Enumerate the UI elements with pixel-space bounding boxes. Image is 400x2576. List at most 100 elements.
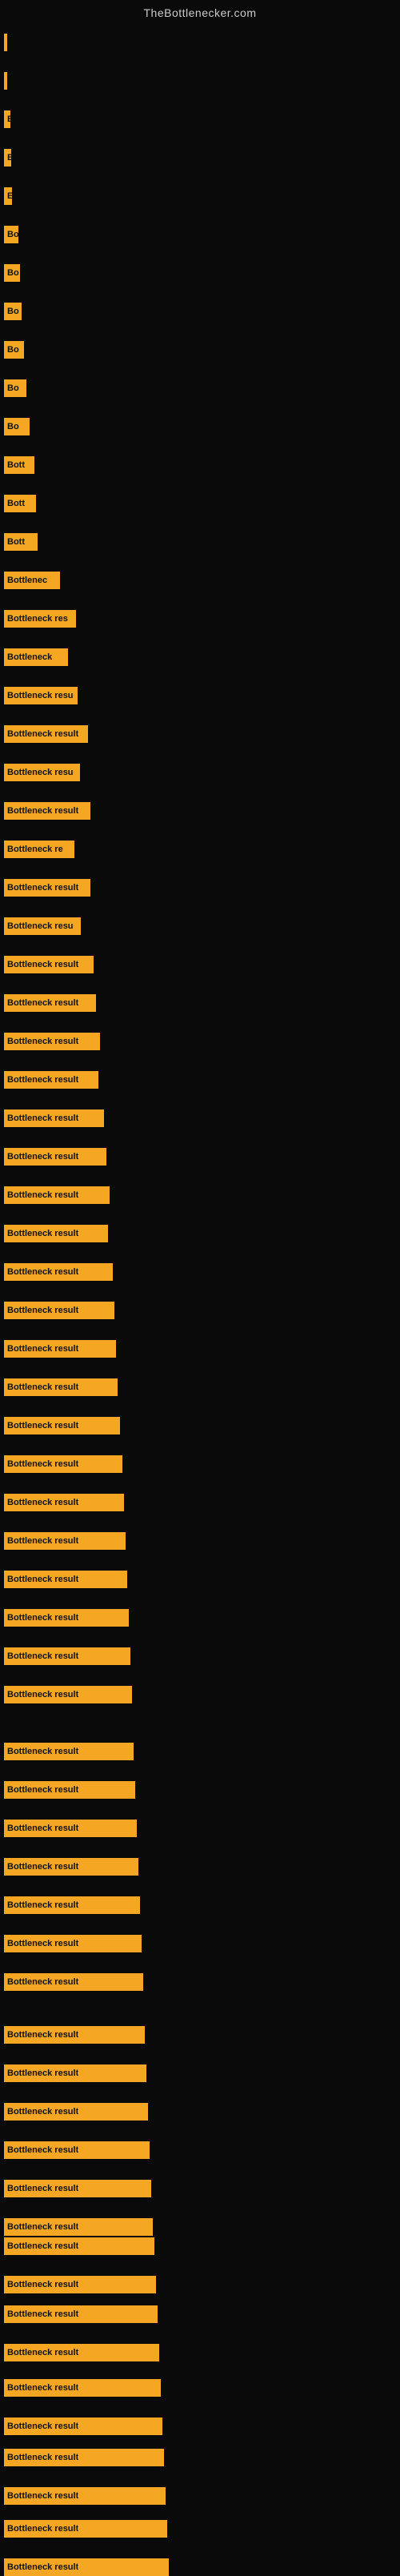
bar: Bottleneck result <box>4 1494 124 1511</box>
bar-row: Bottleneck result <box>4 1148 106 1166</box>
bar-label: Bottleneck result <box>7 1459 78 1469</box>
bar-row: Bottleneck result <box>4 2237 154 2255</box>
bar-label: Bottleneck res <box>7 614 68 624</box>
bar: Bott <box>4 533 38 551</box>
bar: Bottleneck result <box>4 2305 158 2323</box>
bar-row: Bottleneck re <box>4 841 74 858</box>
bar-row: Bottleneck resu <box>4 764 80 781</box>
bar: Bottleneck result <box>4 1935 142 1952</box>
bar-row: Bottleneck result <box>4 2276 156 2293</box>
bar-row: Bottleneck result <box>4 2520 167 2538</box>
bar-label: Bottleneck result <box>7 2107 78 2117</box>
bar: Bottleneck result <box>4 1686 132 1703</box>
bar: Bottleneck result <box>4 1225 108 1242</box>
bar-row: Bottleneck result <box>4 1455 122 1473</box>
bar: Bo <box>4 303 22 320</box>
bar: Bottleneck result <box>4 1532 126 1550</box>
bar-label: Bottleneck result <box>7 1229 78 1238</box>
bar-label: Bottleneck result <box>7 1113 78 1123</box>
bar: Bottleneck result <box>4 1071 98 1089</box>
bar-label: Bottleneck result <box>7 2453 78 2462</box>
bar: Bottleneck result <box>4 1417 120 1434</box>
bar: Bottleneck result <box>4 2064 146 2082</box>
bar-label: Bottleneck result <box>7 2184 78 2193</box>
bar-row: Bottleneck result <box>4 2141 150 2159</box>
bar: Bo <box>4 226 18 243</box>
bar: E <box>4 149 11 167</box>
bar-label: Bottleneck result <box>7 1190 78 1200</box>
bar-label: Bottleneck result <box>7 1152 78 1162</box>
bar-label: Bottlenec <box>7 576 47 585</box>
bar-label: Bottleneck result <box>7 2280 78 2289</box>
bar-row: Bo <box>4 303 22 320</box>
bar: Bottleneck result <box>4 1743 134 1760</box>
bar: Bottleneck result <box>4 994 96 1012</box>
bar: Bottleneck result <box>4 1781 135 1799</box>
bar-row: Bo <box>4 226 18 243</box>
bar-row: Bottleneck result <box>4 2305 158 2323</box>
bar: Bottleneck result <box>4 1263 113 1281</box>
bar-row: Bottleneck result <box>4 2487 166 2505</box>
bar-row: Bottleneck <box>4 648 68 666</box>
bar: Bottleneck result <box>4 2520 167 2538</box>
bar-row: Bottleneck result <box>4 1896 140 1914</box>
bar-label: E <box>7 191 12 201</box>
bar: Bottleneck result <box>4 2180 151 2197</box>
bar-row: Bottleneck result <box>4 1647 130 1665</box>
bar-row: Bottleneck result <box>4 994 96 1012</box>
chart-area: TheBottlenecker.com EEEBoBoBoBoBoBoBottB… <box>0 0 400 2562</box>
bar-row: Bottleneck result <box>4 2558 169 2576</box>
bar-row: Bottleneck result <box>4 1340 116 1358</box>
bar-row: Bottleneck result <box>4 1417 120 1434</box>
bar-label: Bottleneck result <box>7 1939 78 1948</box>
bar: Bottleneck result <box>4 1571 127 1588</box>
bar-row: Bottleneck result <box>4 1571 127 1588</box>
bar-row: Bottleneck result <box>4 802 90 820</box>
bar: Bott <box>4 456 34 474</box>
bar-label: Bottleneck result <box>7 998 78 1008</box>
bar-row: Bottleneck result <box>4 1494 124 1511</box>
bar: Bottleneck result <box>4 1340 116 1358</box>
bar-row: Bottleneck result <box>4 879 90 897</box>
bar-label: Bottleneck result <box>7 1900 78 1910</box>
bar: Bo <box>4 264 20 282</box>
bar-label: Bottleneck result <box>7 2068 78 2078</box>
bar-row: Bottleneck resu <box>4 917 81 935</box>
bar-row: Bottleneck result <box>4 2379 161 2397</box>
bar: Bottleneck result <box>4 1148 106 1166</box>
bar: Bo <box>4 341 24 359</box>
bar: Bottleneck resu <box>4 687 78 704</box>
bar-label: Bo <box>7 230 18 239</box>
bar-label: Bottleneck result <box>7 1824 78 1833</box>
bar-row: Bo <box>4 379 26 397</box>
bar-row <box>4 34 7 51</box>
bar-label: Bottleneck <box>7 652 52 662</box>
bar-label: Bottleneck result <box>7 1536 78 1546</box>
bar: Bottleneck result <box>4 1109 104 1127</box>
bar: Bottleneck result <box>4 802 90 820</box>
bar: Bottleneck result <box>4 1609 129 1627</box>
bar-row: Bottleneck result <box>4 2344 159 2361</box>
bar-row: Bott <box>4 495 36 512</box>
bar: Bottleneck result <box>4 2103 148 2121</box>
bar-label: Bottleneck result <box>7 1382 78 1392</box>
bar-row: Bottleneck result <box>4 1743 134 1760</box>
bar-label: Bottleneck result <box>7 1267 78 1277</box>
bar: Bottleneck resu <box>4 917 81 935</box>
bar: Bottleneck result <box>4 2276 156 2293</box>
bar-row: Bottleneck result <box>4 1781 135 1799</box>
bar: Bottleneck result <box>4 1973 143 1991</box>
bar-label: Bottleneck result <box>7 1037 78 1046</box>
bar-row: Bottleneck result <box>4 2103 148 2121</box>
bar-label: Bottleneck result <box>7 960 78 969</box>
bar-row: Bottleneck result <box>4 1186 110 1204</box>
bar: Bottleneck result <box>4 1378 118 1396</box>
bar-row: Bottleneck result <box>4 2064 146 2082</box>
bar: Bo <box>4 418 30 435</box>
bar-label: Bottleneck result <box>7 2491 78 2501</box>
bar-row: Bottleneck result <box>4 2026 145 2044</box>
bar-row: Bottleneck result <box>4 1973 143 1991</box>
bar: Bottleneck result <box>4 1647 130 1665</box>
bar-label: Bottleneck resu <box>7 768 74 777</box>
bar-label: Bo <box>7 383 19 393</box>
